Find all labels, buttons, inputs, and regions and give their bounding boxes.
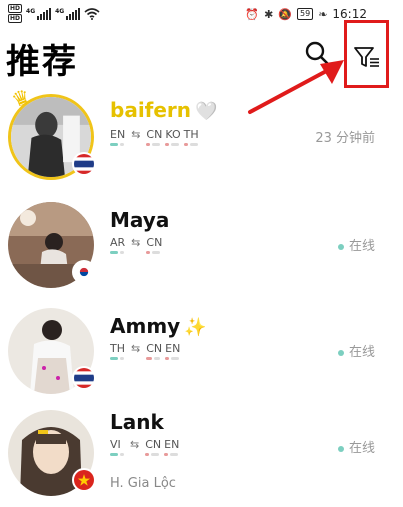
list-item[interactable]: Maya AR ⇆ CN 在线 [0,198,403,310]
user-name: Lank [110,410,164,434]
list-item[interactable]: ♛ baifern 🤍 EN ⇆ CN KO TH 23 分钟前 [0,84,403,202]
leaf-icon: ❧ [318,7,328,21]
filter-icon [354,47,379,67]
hd-indicator: HD [8,14,23,23]
filter-button[interactable] [344,20,389,88]
signal-icon: 4G [26,7,52,20]
online-status: 在线 [337,437,375,456]
language-row: VI ⇆ CN EN [110,438,179,456]
native-language: TH [110,342,125,355]
online-dot-icon [337,349,344,356]
learning-language: CN [146,128,163,141]
heart-icon: 🤍 [195,101,218,122]
language-row: AR ⇆ CN [110,236,162,254]
native-language: EN [110,128,126,141]
swap-arrows-icon: ⇆ [130,438,140,451]
swap-arrows-icon: ⇆ [131,342,141,355]
signal-icon: 4G [55,7,81,20]
user-name: baifern 🤍 [110,98,218,122]
status-bar-right: ⏰ ✱ 🔕 59 ❧ 16:12 [245,7,367,21]
language-row: TH ⇆ CN EN [110,342,180,360]
learning-language: CN [146,236,163,249]
learning-language: EN [165,342,181,355]
user-name: Maya [110,208,170,232]
sparkles-icon: ✨ [184,317,207,338]
status-bar-left: HD HD 4G 4G [8,4,100,23]
native-language: VI [110,438,121,451]
learning-language: EN [164,438,180,451]
alarm-icon: ⏰ [245,7,260,21]
flag-thailand-icon [72,366,96,390]
language-row: EN ⇆ CN KO TH [110,128,199,146]
clock: 16:12 [332,7,367,21]
learning-language: CN [146,342,163,355]
battery-icon: 59 [297,8,314,20]
mute-icon: 🔕 [278,7,292,21]
user-name: Ammy ✨ [110,314,207,338]
learning-language: CN [145,438,162,451]
page-title: 推荐 [6,42,78,82]
hd-indicator: HD [8,4,23,13]
network-type: 4G [55,7,65,15]
bluetooth-icon: ✱ [264,7,274,21]
swap-arrows-icon: ⇆ [131,236,141,249]
learning-language: KO [165,128,181,141]
flag-thailand-icon [72,152,96,176]
online-dot-icon [337,445,344,452]
wifi-icon [84,7,100,20]
flag-vietnam-icon [72,468,96,492]
native-language: AR [110,236,126,249]
list-item[interactable]: Lank VI ⇆ CN EN 在线 H. Gia Lộc [0,410,403,507]
flag-korea-icon [72,260,96,284]
list-item[interactable]: Ammy ✨ TH ⇆ CN EN 在线 [0,304,403,416]
online-status: 在线 [337,235,375,254]
user-location: H. Gia Lộc [110,476,176,491]
status-bar: HD HD 4G 4G ⏰ ✱ 🔕 59 ❧ 16:12 [0,0,403,30]
network-type: 4G [26,7,36,15]
online-status: 在线 [337,341,375,360]
online-dot-icon [337,243,344,250]
last-active-time: 23 分钟前 [315,131,375,146]
swap-arrows-icon: ⇆ [131,128,141,141]
learning-language: TH [183,128,199,141]
